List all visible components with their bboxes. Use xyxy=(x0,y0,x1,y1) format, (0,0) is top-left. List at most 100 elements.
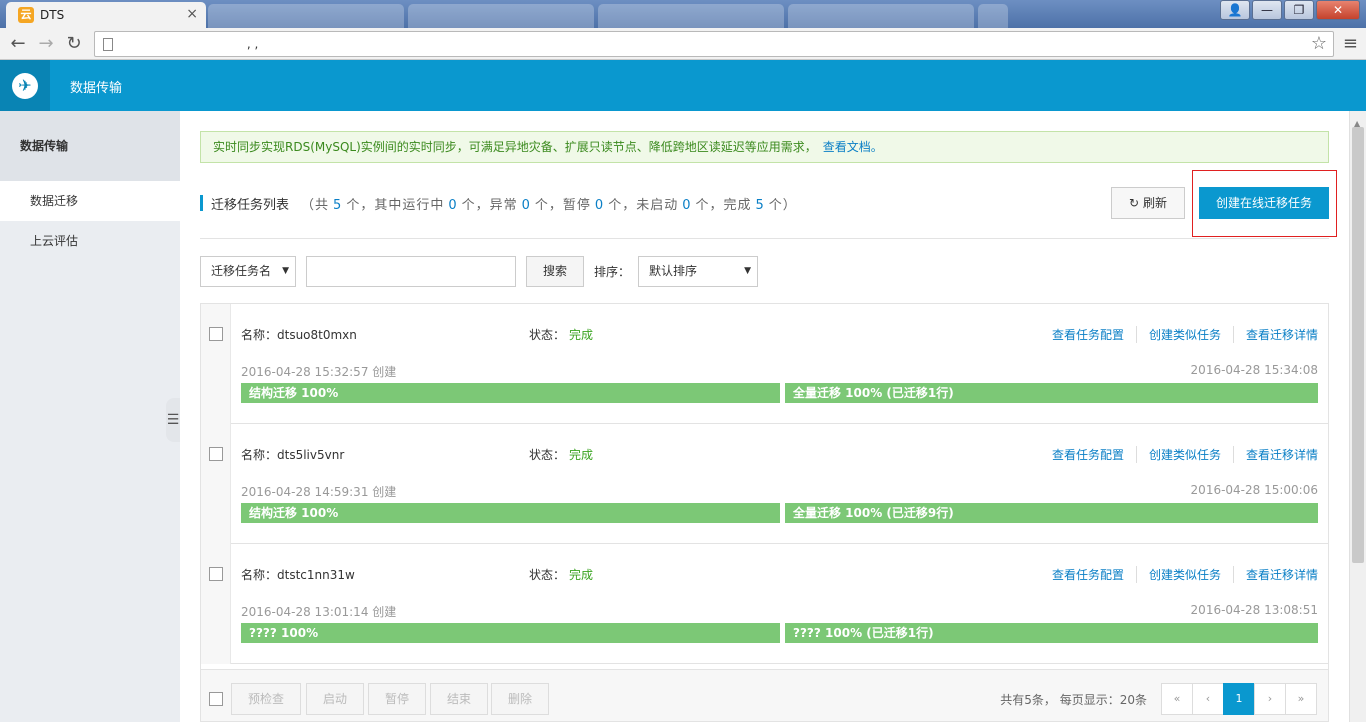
task-row: 名称：dtsuo8t0mxn 状态： 完成 查看任务配置 创建类似任务 查看迁移详… xyxy=(201,304,1328,424)
row-checkbox[interactable] xyxy=(209,327,223,341)
browser-tab-inactive[interactable] xyxy=(788,4,974,28)
sidebar-collapse-icon[interactable]: ☰ xyxy=(166,398,180,442)
create-similar-link[interactable]: 创建类似任务 xyxy=(1135,326,1233,343)
create-similar-link[interactable]: 创建类似任务 xyxy=(1135,566,1233,583)
view-details-link[interactable]: 查看迁移详情 xyxy=(1232,446,1318,463)
search-field-value: 迁移任务名 xyxy=(211,264,272,278)
browser-tab-inactive[interactable] xyxy=(408,4,594,28)
next-page-button[interactable]: › xyxy=(1254,683,1286,715)
task-name: 名称：dtstc1nn31w xyxy=(241,568,355,582)
forward-icon[interactable]: → xyxy=(34,32,58,56)
back-icon[interactable]: ← xyxy=(6,32,30,56)
row-select-area xyxy=(201,304,231,424)
task-status: 状态： 完成 xyxy=(529,446,593,463)
browser-tab[interactable]: 云 DTS × xyxy=(6,2,206,28)
status-value: 完成 xyxy=(569,448,594,462)
create-similar-link[interactable]: 创建类似任务 xyxy=(1135,446,1233,463)
last-page-button[interactable]: » xyxy=(1285,683,1317,715)
pause-button[interactable]: 暂停 xyxy=(368,683,426,715)
first-page-button[interactable]: « xyxy=(1161,683,1193,715)
prev-page-button[interactable]: ‹ xyxy=(1192,683,1224,715)
progress-label: 全量迁移 100% (已迁移1行) xyxy=(793,386,954,400)
page-icon xyxy=(103,38,113,51)
minimize-button[interactable]: — xyxy=(1252,0,1282,20)
full-migration-progress: 全量迁移 100% (已迁移1行) xyxy=(785,383,1318,403)
stats-total: 5 xyxy=(333,197,343,213)
stats-done: 5 xyxy=(755,197,765,213)
row-checkbox[interactable] xyxy=(209,447,223,461)
task-name: 名称：dts5liv5vnr xyxy=(241,448,345,462)
task-list: 名称：dtsuo8t0mxn 状态： 完成 查看任务配置 创建类似任务 查看迁移详… xyxy=(200,303,1329,670)
view-docs-link[interactable]: 查看文档。 xyxy=(823,140,883,154)
highlight-annotation xyxy=(1192,170,1337,237)
task-row: 名称：dts5liv5vnr 状态： 完成 查看任务配置 创建类似任务 查看迁移详… xyxy=(201,424,1328,544)
task-actions: 查看任务配置 创建类似任务 查看迁移详情 xyxy=(1040,446,1318,463)
sort-label: 排序： xyxy=(594,265,631,279)
stats-text: （共 xyxy=(301,197,330,213)
view-details-link[interactable]: 查看迁移详情 xyxy=(1232,326,1318,343)
divider xyxy=(200,238,1329,239)
search-field-select[interactable]: 迁移任务名 ▼ xyxy=(200,256,296,287)
task-stats: （共 5 个，其中运行中 0 个，异常 0 个，暂停 0 个，未启动 0 个，完成 5 个） xyxy=(301,194,797,213)
start-button[interactable]: 启动 xyxy=(306,683,364,715)
logo[interactable]: ✈ xyxy=(0,60,50,111)
progress-label: ???? 100% (已迁移1行) xyxy=(793,626,934,640)
maximize-button[interactable]: ❐ xyxy=(1284,0,1314,20)
new-tab-button[interactable] xyxy=(978,4,1008,28)
full-migration-progress: ???? 100% (已迁移1行) xyxy=(785,623,1318,643)
stats-text: 个，其中运行中 xyxy=(346,197,445,213)
stats-text: 个，完成 xyxy=(695,197,752,213)
status-value: 完成 xyxy=(569,568,594,582)
stats-paused: 0 xyxy=(594,197,605,213)
title-accent-bar xyxy=(200,195,203,211)
close-window-button[interactable]: ✕ xyxy=(1316,0,1360,20)
caret-down-icon: ▼ xyxy=(744,266,751,276)
full-migration-progress: 全量迁移 100% (已迁移9行) xyxy=(785,503,1318,523)
view-details-link[interactable]: 查看迁移详情 xyxy=(1232,566,1318,583)
refresh-icon: ↻ xyxy=(1129,196,1140,210)
tab-close-icon[interactable]: × xyxy=(186,6,198,22)
created-time: 2016-04-28 13:01:14 创建 xyxy=(241,605,397,619)
view-config-link[interactable]: 查看任务配置 xyxy=(1040,446,1136,463)
finished-time: 2016-04-28 15:34:08 xyxy=(1190,363,1318,377)
search-input[interactable] xyxy=(306,256,516,287)
delete-button[interactable]: 删除 xyxy=(491,683,549,715)
list-header: 迁移任务列表 （共 5 个，其中运行中 0 个，异常 0 个，暂停 0 个，未启动 0 个，完成 5 个… xyxy=(200,192,797,214)
info-notice: 实时同步实现RDS(MySQL)实例间的实时同步，可满足异地灾备、扩展只读节点、… xyxy=(200,131,1329,163)
stop-button[interactable]: 结束 xyxy=(430,683,488,715)
stats-error: 0 xyxy=(521,197,531,213)
page-info: 共有5条， 每页显示：20条 xyxy=(1000,693,1147,707)
search-button[interactable]: 搜索 xyxy=(526,256,584,287)
scroll-thumb[interactable] xyxy=(1352,127,1364,563)
status-label: 状态： xyxy=(529,328,566,342)
precheck-button[interactable]: 预检查 xyxy=(231,683,301,715)
stats-running: 0 xyxy=(448,197,458,213)
bookmark-star-icon[interactable]: ☆ xyxy=(1311,33,1327,54)
page-1-button[interactable]: 1 xyxy=(1223,683,1255,715)
finished-time: 2016-04-28 13:08:51 xyxy=(1190,603,1318,617)
task-status: 状态： 完成 xyxy=(529,326,593,343)
row-checkbox[interactable] xyxy=(209,567,223,581)
reload-icon[interactable]: ↻ xyxy=(62,32,86,56)
browser-menu-icon[interactable]: ≡ xyxy=(1343,33,1358,54)
app-title: 数据传输 xyxy=(70,81,123,96)
view-config-link[interactable]: 查看任务配置 xyxy=(1040,566,1136,583)
progress-fill xyxy=(241,623,780,643)
sort-select[interactable]: 默认排序 ▼ xyxy=(638,256,758,287)
view-config-link[interactable]: 查看任务配置 xyxy=(1040,326,1136,343)
sidebar-item-cloud-assessment[interactable]: 上云评估 xyxy=(0,221,180,261)
sidebar-item-data-migration[interactable]: 数据迁移 xyxy=(0,181,180,221)
user-icon[interactable]: 👤 xyxy=(1220,0,1250,20)
task-name: 名称：dtsuo8t0mxn xyxy=(241,328,357,342)
stats-text: 个，异常 xyxy=(461,197,518,213)
browser-tab-inactive[interactable] xyxy=(208,4,404,28)
page-scrollbar[interactable]: ▲ xyxy=(1349,111,1366,722)
list-footer: 预检查 启动 暂停 结束 删除 共有5条， 每页显示：20条 « ‹ 1 › » xyxy=(200,670,1329,722)
status-label: 状态： xyxy=(529,448,566,462)
address-bar[interactable]: , , ☆ xyxy=(94,31,1334,57)
stats-notstarted: 0 xyxy=(682,197,692,213)
refresh-button[interactable]: ↻ 刷新 xyxy=(1111,187,1185,219)
select-all-checkbox[interactable] xyxy=(209,692,223,706)
stats-text: 个，暂停 xyxy=(534,197,591,213)
browser-tab-inactive[interactable] xyxy=(598,4,784,28)
